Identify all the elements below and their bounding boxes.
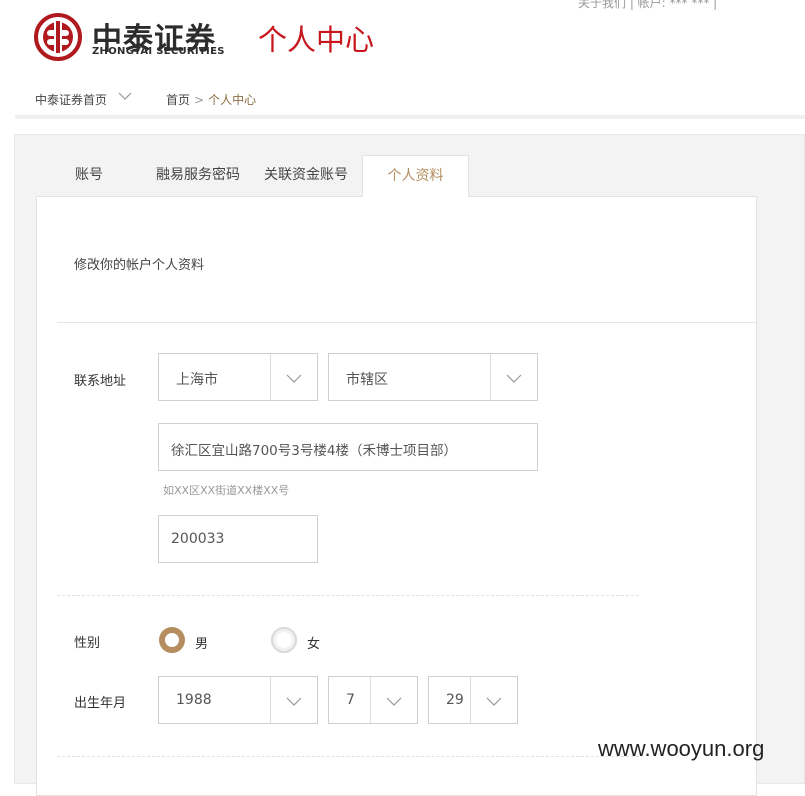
chevron-down-icon bbox=[486, 697, 502, 706]
birth-month-value: 7 bbox=[346, 692, 355, 708]
tab-service-password[interactable]: 融易服务密码 bbox=[150, 155, 246, 197]
gender-female-label[interactable]: 女 bbox=[307, 633, 320, 652]
address-label: 联系地址 bbox=[74, 374, 127, 389]
home-dropdown-label: 中泰证券首页 bbox=[35, 93, 108, 107]
tab-linked-account[interactable]: 关联资金账号 bbox=[260, 155, 352, 197]
postcode-input[interactable]: 200033 bbox=[158, 515, 318, 563]
street-address-hint: 如XX区XX街道XX楼XX号 bbox=[163, 484, 290, 497]
select-divider bbox=[270, 354, 271, 400]
logo-english-name: ZHONGTAI SECURITIES bbox=[92, 46, 225, 57]
postcode-value: 200033 bbox=[171, 531, 225, 547]
gender-male-radio[interactable] bbox=[159, 627, 185, 653]
birth-year-select[interactable]: 1988 bbox=[158, 676, 318, 724]
chevron-down-icon bbox=[118, 92, 132, 100]
top-links[interactable]: 关于我们 | 帐户: *** *** | bbox=[578, 0, 717, 11]
select-divider bbox=[270, 677, 271, 723]
select-divider bbox=[490, 354, 491, 400]
nav-divider bbox=[15, 115, 805, 119]
breadcrumb-current: 个人中心 bbox=[208, 93, 257, 107]
form-description: 修改你的帐户个人资料 bbox=[74, 258, 205, 273]
district-value: 市辖区 bbox=[346, 372, 388, 388]
chevron-down-icon bbox=[286, 697, 302, 706]
chevron-down-icon bbox=[386, 697, 402, 706]
birth-month-select[interactable]: 7 bbox=[328, 676, 418, 724]
province-select[interactable]: 上海市 bbox=[158, 353, 318, 401]
breadcrumb-separator: > bbox=[194, 93, 205, 107]
select-divider bbox=[370, 677, 371, 723]
birth-day-value: 29 bbox=[446, 692, 464, 708]
section-divider-dashed bbox=[57, 595, 639, 596]
tab-account[interactable]: 账号 bbox=[60, 155, 118, 197]
birth-day-select[interactable]: 29 bbox=[428, 676, 518, 724]
district-select[interactable]: 市辖区 bbox=[328, 353, 538, 401]
tab-profile[interactable]: 个人资料 bbox=[362, 155, 469, 197]
gender-male-label[interactable]: 男 bbox=[195, 633, 208, 652]
section-divider-dashed bbox=[57, 756, 639, 757]
street-address-value: 徐汇区宜山路700号3号楼4楼（禾博士项目部） bbox=[171, 443, 457, 459]
chevron-down-icon bbox=[506, 374, 522, 383]
birth-label: 出生年月 bbox=[74, 696, 127, 711]
gender-female-radio[interactable] bbox=[271, 627, 297, 653]
breadcrumb: 首页 > 个人中心 bbox=[166, 91, 256, 108]
page-title: 个人中心 bbox=[258, 23, 375, 57]
gender-label: 性别 bbox=[74, 636, 101, 651]
breadcrumb-home[interactable]: 首页 bbox=[166, 93, 190, 107]
section-divider bbox=[57, 322, 757, 323]
home-dropdown[interactable]: 中泰证券首页 bbox=[15, 84, 147, 118]
province-value: 上海市 bbox=[176, 372, 218, 388]
birth-year-value: 1988 bbox=[176, 692, 212, 708]
select-divider bbox=[470, 677, 471, 723]
watermark: www.wooyun.org bbox=[598, 736, 765, 761]
zhongtai-logo-icon bbox=[34, 13, 82, 61]
street-address-input[interactable]: 徐汇区宜山路700号3号楼4楼（禾博士项目部） bbox=[158, 423, 538, 471]
chevron-down-icon bbox=[286, 374, 302, 383]
